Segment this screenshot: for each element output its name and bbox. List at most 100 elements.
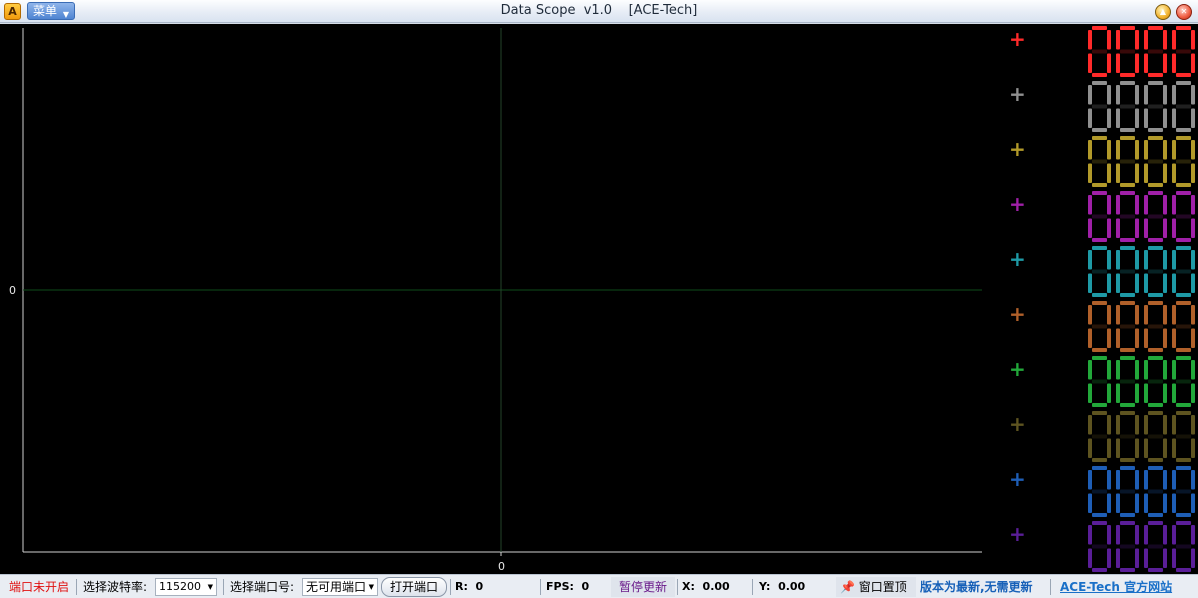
segment-e <box>1088 328 1092 348</box>
pause-update-button[interactable]: 暂停更新 <box>611 577 675 597</box>
segment-f <box>1116 415 1120 435</box>
segment-a <box>1148 136 1163 140</box>
segment-c <box>1191 108 1195 128</box>
segment-a <box>1092 356 1107 360</box>
segment-b <box>1191 140 1195 160</box>
segment-e <box>1088 493 1092 513</box>
segment-a <box>1120 521 1135 525</box>
segment-b <box>1191 360 1195 380</box>
segment-c <box>1191 163 1195 183</box>
divider <box>223 579 224 595</box>
channel-4-toggle-plus-icon[interactable]: + <box>1009 192 1026 216</box>
segment-g <box>1148 269 1163 274</box>
channel-1-toggle-plus-icon[interactable]: + <box>1009 27 1026 51</box>
segment-c <box>1163 328 1167 348</box>
segment-a <box>1120 26 1135 30</box>
segment-c <box>1107 218 1111 238</box>
segment-a <box>1176 191 1191 195</box>
channel-9-toggle-plus-icon[interactable]: + <box>1009 467 1026 491</box>
segment-e <box>1088 548 1092 568</box>
channel-2-toggle-plus-icon[interactable]: + <box>1009 82 1026 106</box>
segment-f <box>1116 470 1120 490</box>
segment-b <box>1191 415 1195 435</box>
channel-5-toggle-plus-icon[interactable]: + <box>1009 247 1026 271</box>
segment-d <box>1120 293 1135 297</box>
segment-d <box>1092 403 1107 407</box>
close-icon: ✕ <box>1180 7 1188 16</box>
segment-f <box>1088 195 1092 215</box>
segment-e <box>1144 108 1148 128</box>
open-port-button[interactable]: 打开端口 <box>381 577 447 597</box>
segment-b <box>1191 85 1195 105</box>
channel-10-toggle-plus-icon[interactable]: + <box>1009 522 1026 546</box>
scope-canvas[interactable]: 0 0 + + + + + + + + + + <box>0 24 1085 574</box>
segment-a <box>1120 136 1135 140</box>
segment-c <box>1163 383 1167 403</box>
segment-f <box>1172 360 1176 380</box>
segment-e <box>1172 548 1176 568</box>
segment-d <box>1148 348 1163 352</box>
segment-b <box>1135 195 1139 215</box>
channel-8-display <box>1088 411 1195 462</box>
channel-6-toggle-plus-icon[interactable]: + <box>1009 302 1026 326</box>
segment-c <box>1191 493 1195 513</box>
official-site-link[interactable]: ACE-Tech 官方网站 <box>1060 579 1172 595</box>
segment-b <box>1191 525 1195 545</box>
segment-e <box>1116 108 1120 128</box>
segment-a <box>1148 301 1163 305</box>
segment-d <box>1176 458 1191 462</box>
segment-c <box>1135 53 1139 73</box>
segment-a <box>1148 191 1163 195</box>
segment-a <box>1092 301 1107 305</box>
segment-c <box>1135 218 1139 238</box>
version-status-text: 版本为最新,无需更新 <box>920 580 1033 594</box>
baud-rate-select[interactable]: 115200 ▼ <box>155 578 217 596</box>
segment-c <box>1107 53 1111 73</box>
segment-d <box>1120 403 1135 407</box>
channel-7-toggle-plus-icon[interactable]: + <box>1009 357 1026 381</box>
segment-g <box>1176 544 1191 549</box>
segment-a <box>1120 301 1135 305</box>
segment-f <box>1088 360 1092 380</box>
segment-f <box>1088 415 1092 435</box>
segment-a <box>1120 81 1135 85</box>
segment-d <box>1120 73 1135 77</box>
channel-8-toggle-plus-icon[interactable]: + <box>1009 412 1026 436</box>
segment-a <box>1176 81 1191 85</box>
segment-d <box>1120 183 1135 187</box>
segment-f <box>1088 140 1092 160</box>
port-label: 选择端口号: <box>230 580 295 594</box>
segment-g <box>1092 434 1107 439</box>
channel-1-display <box>1088 26 1195 77</box>
segment-e <box>1088 218 1092 238</box>
segment-f <box>1088 85 1092 105</box>
close-button[interactable]: ✕ <box>1176 4 1192 20</box>
segment-d <box>1120 238 1135 242</box>
segment-c <box>1107 163 1111 183</box>
segment-d <box>1148 73 1163 77</box>
segment-g <box>1176 324 1191 329</box>
scope-plot-area[interactable]: 0 0 + + + + + + + + + + <box>0 24 1085 574</box>
segment-b <box>1135 85 1139 105</box>
segment-e <box>1088 163 1092 183</box>
segment-c <box>1163 218 1167 238</box>
segment-e <box>1116 53 1120 73</box>
segment-g <box>1120 214 1135 219</box>
channel-3-display <box>1088 136 1195 187</box>
minimize-button[interactable]: ▲ <box>1155 4 1171 20</box>
segment-f <box>1144 30 1148 50</box>
segment-g <box>1148 324 1163 329</box>
segment-g <box>1176 104 1191 109</box>
pin-window-button[interactable]: 📌 窗口置顶 <box>836 577 916 597</box>
port-select[interactable]: 无可用端口 ▼ <box>302 578 378 596</box>
segment-d <box>1120 458 1135 462</box>
segment-e <box>1172 383 1176 403</box>
segment-g <box>1092 214 1107 219</box>
segment-g <box>1148 49 1163 54</box>
segment-g <box>1176 434 1191 439</box>
segment-e <box>1172 53 1176 73</box>
y-axis-zero-label: 0 <box>9 284 16 297</box>
segment-e <box>1116 438 1120 458</box>
channel-3-toggle-plus-icon[interactable]: + <box>1009 137 1026 161</box>
segment-f <box>1144 140 1148 160</box>
